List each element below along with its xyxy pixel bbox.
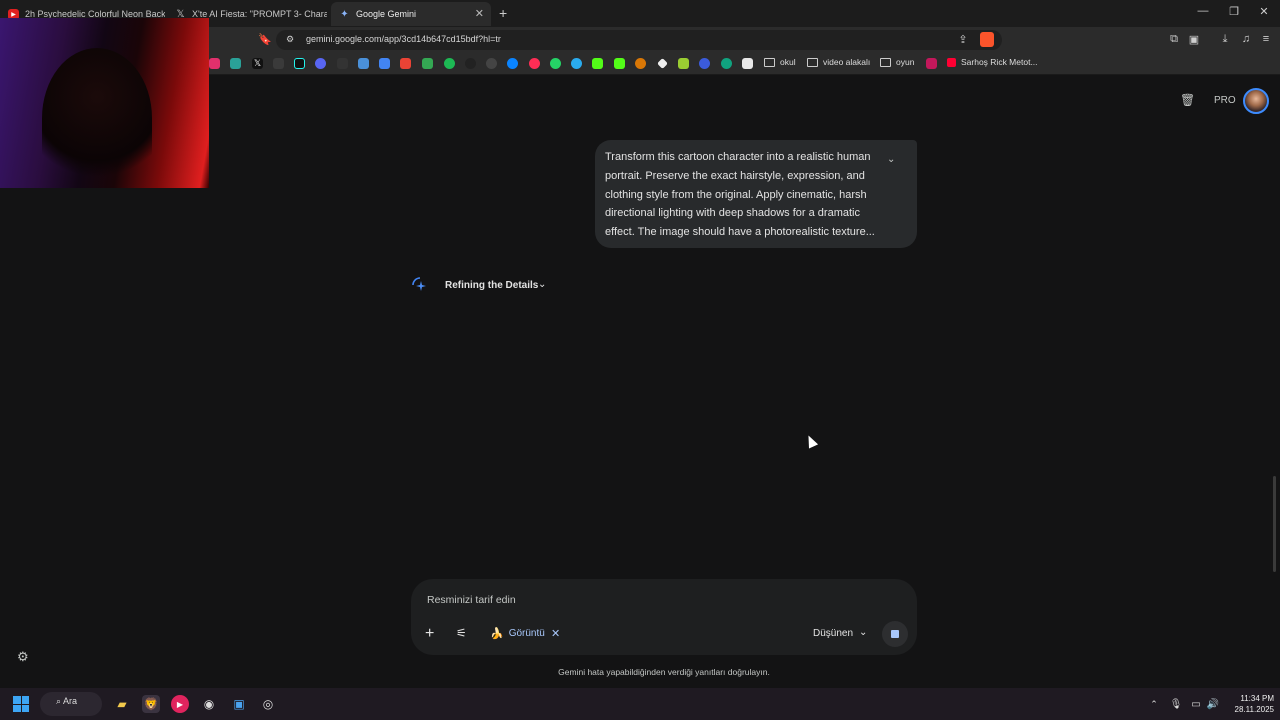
- scrollbar[interactable]: [1273, 476, 1276, 572]
- thinking-status[interactable]: Refining the Details: [445, 280, 538, 291]
- drive-icon[interactable]: [422, 58, 433, 69]
- bookmark-sarhos[interactable]: Sarhoş Rick Metot...: [947, 57, 1038, 67]
- bookmark-icon-12[interactable]: [465, 58, 476, 69]
- taskbar-app-icon[interactable]: ◉: [200, 695, 218, 713]
- prompt-input-placeholder[interactable]: Resminizi tarif edin: [427, 594, 516, 606]
- mouse-cursor: [803, 433, 819, 449]
- folder-icon: [807, 57, 818, 67]
- whatsapp-icon[interactable]: [550, 58, 561, 69]
- gemini-icon: ✦: [340, 8, 349, 20]
- chevron-up-icon[interactable]: ⌃: [1145, 695, 1163, 713]
- tab-gemini[interactable]: ✦ Google Gemini ✕: [331, 2, 491, 26]
- taskbar-search-label[interactable]: ⌕ Ara: [56, 696, 77, 707]
- download-icon[interactable]: ⤓: [1217, 33, 1233, 46]
- pro-badge: PRO: [1214, 95, 1236, 106]
- tab-title: Google Gemini: [356, 9, 417, 19]
- media-icon[interactable]: ♫: [1238, 33, 1254, 45]
- brave-browser-icon[interactable]: 🦁: [142, 695, 160, 713]
- folder-icon: [880, 57, 891, 67]
- share-icon[interactable]: ⇪: [955, 33, 971, 46]
- remove-chip-icon[interactable]: ✕: [551, 627, 560, 640]
- media-player-icon[interactable]: ▶: [171, 695, 189, 713]
- instagram-icon[interactable]: [209, 58, 220, 69]
- file-explorer-icon[interactable]: ▰: [113, 695, 131, 713]
- bookmark-icon-22[interactable]: [678, 58, 689, 69]
- bookmark-app-icon[interactable]: [230, 58, 241, 69]
- bookmark-icon-25[interactable]: [742, 58, 753, 69]
- chatgpt-icon[interactable]: [721, 58, 732, 69]
- x-bookmark-icon[interactable]: 𝕏: [252, 58, 263, 69]
- menu-icon[interactable]: ≡: [1258, 33, 1274, 45]
- picture-in-picture-video[interactable]: [0, 18, 209, 188]
- expand-chevron-icon[interactable]: ⌄: [887, 154, 895, 165]
- bookmark-icon-7[interactable]: [358, 58, 369, 69]
- photos-icon[interactable]: ▣: [230, 695, 248, 713]
- sidebar-icon[interactable]: ▣: [1186, 33, 1202, 46]
- capcut-icon[interactable]: [337, 58, 348, 69]
- prompt-input-box[interactable]: [411, 579, 917, 655]
- translate-icon[interactable]: [379, 58, 390, 69]
- taskbar: [0, 688, 1280, 720]
- stop-icon: [891, 630, 899, 638]
- kick-icon[interactable]: [592, 58, 603, 69]
- bookmark-folder-video[interactable]: video alakalı: [807, 57, 870, 67]
- bookmark-icon-14[interactable]: [507, 58, 518, 69]
- start-button-icon[interactable]: [13, 696, 29, 712]
- bookmark-icon-15[interactable]: [529, 58, 540, 69]
- new-tab-icon[interactable]: +: [499, 5, 507, 21]
- clock-date: 28.11.2025: [1234, 705, 1274, 714]
- extensions-icon[interactable]: ⧉: [1166, 33, 1182, 46]
- kick-icon-2[interactable]: [614, 58, 625, 69]
- image-tool-chip[interactable]: 🍌 Görüntü: [490, 627, 545, 640]
- bookmark-folder-okul[interactable]: okul: [764, 57, 796, 67]
- user-prompt-text: Transform this cartoon character into a …: [605, 151, 875, 239]
- maximize-icon[interactable]: ❐: [1224, 5, 1244, 18]
- model-mode-selector[interactable]: Düşünen: [813, 628, 853, 639]
- bookmark-folder-oyun[interactable]: oyun: [880, 57, 914, 67]
- github-icon[interactable]: [486, 58, 497, 69]
- site-settings-icon[interactable]: ⚙: [282, 34, 298, 45]
- bookmark-icon-23[interactable]: [699, 58, 710, 69]
- bookmark-icon-20[interactable]: [635, 58, 646, 69]
- close-tab-icon[interactable]: ✕: [475, 7, 484, 20]
- chevron-down-icon[interactable]: ⌄: [859, 627, 867, 638]
- discord-icon[interactable]: [315, 58, 326, 69]
- search-icon: ⌕: [56, 696, 64, 706]
- tiktok-icon[interactable]: [294, 58, 305, 69]
- youtube-icon: [947, 57, 956, 67]
- stop-button[interactable]: [882, 621, 908, 647]
- tab-title: X'te AI Fiesta: "PROMPT 3- Character: [192, 9, 327, 19]
- add-icon[interactable]: +: [425, 625, 434, 643]
- minimize-icon[interactable]: —: [1193, 5, 1213, 17]
- bookmark-icon-3[interactable]: [273, 58, 284, 69]
- system-clock[interactable]: 11:34 PM 28.11.2025: [1218, 693, 1274, 715]
- taskbar-app-2-icon[interactable]: ◎: [259, 695, 277, 713]
- chevron-down-icon[interactable]: ⌄: [538, 279, 546, 290]
- microphone-icon[interactable]: 🎙: [1167, 695, 1185, 713]
- telegram-icon[interactable]: [571, 58, 582, 69]
- gmail-icon[interactable]: [400, 58, 411, 69]
- brave-shield-icon[interactable]: [980, 32, 994, 47]
- network-icon[interactable]: ▭: [1187, 695, 1205, 713]
- disclaimer-text: Gemini hata yapabildiğinden verdiği yanı…: [558, 667, 770, 677]
- close-window-icon[interactable]: ✕: [1254, 5, 1274, 18]
- temporary-chat-icon[interactable]: 🗑: [1180, 93, 1195, 107]
- gemini-spark-icon: [412, 277, 426, 291]
- banana-icon: 🍌: [490, 628, 504, 640]
- tools-icon[interactable]: ⚟: [456, 626, 467, 640]
- address-url[interactable]: gemini.google.com/app/3cd14b647cd15bdf?h…: [306, 34, 501, 44]
- bookmark-icon[interactable]: 🔖: [257, 33, 273, 46]
- bookmark-icon-29[interactable]: [926, 58, 937, 69]
- settings-icon[interactable]: ⚙: [17, 649, 29, 665]
- folder-icon: [764, 57, 775, 67]
- spotify-icon[interactable]: [444, 58, 455, 69]
- clock-time: 11:34 PM: [1240, 694, 1274, 703]
- avatar[interactable]: [1243, 88, 1269, 114]
